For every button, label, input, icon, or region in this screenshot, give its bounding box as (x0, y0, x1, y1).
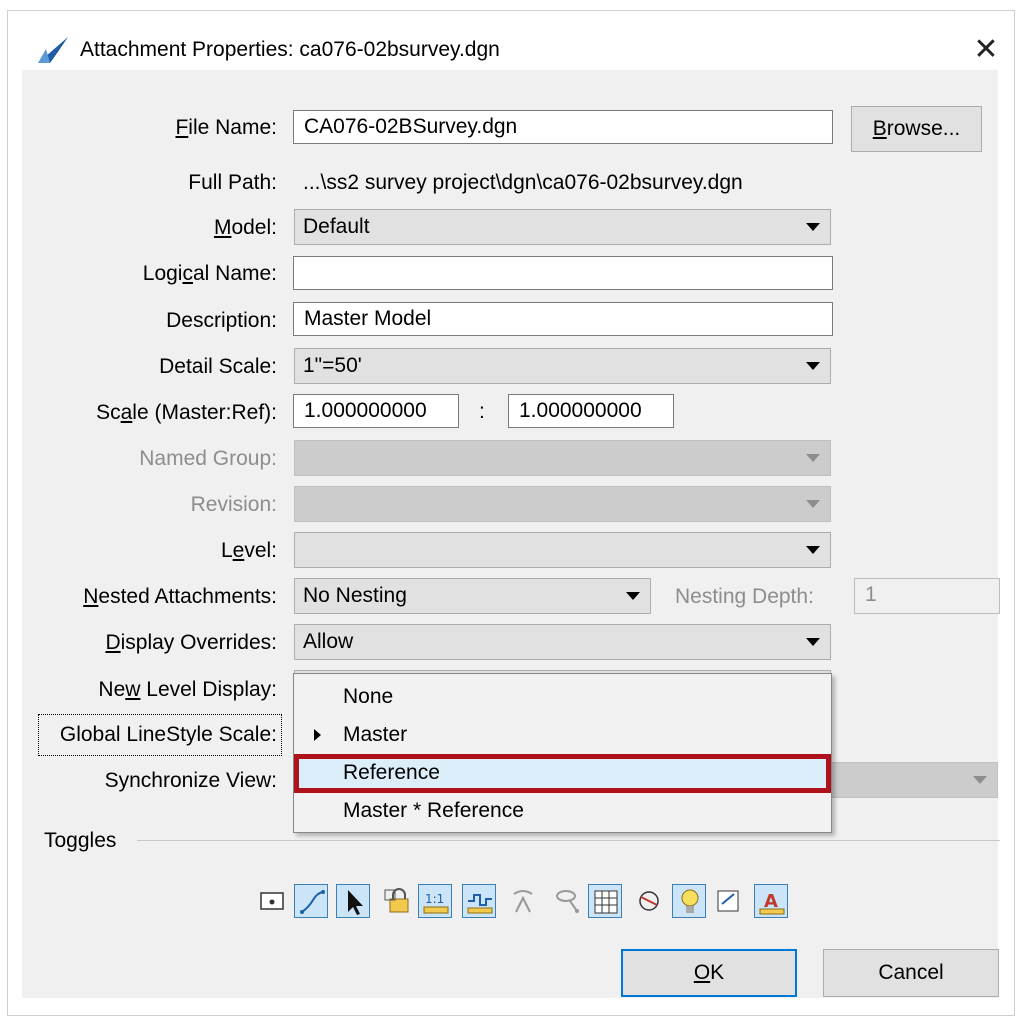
file-name-label: File Name: (175, 116, 277, 139)
chevron-down-icon (973, 776, 987, 784)
chevron-down-icon (806, 638, 820, 646)
scale-master-input[interactable]: 1.000000000 (293, 394, 459, 428)
chevron-down-icon (806, 454, 820, 462)
app-icon (38, 37, 68, 63)
true-scale-toggle-icon[interactable]: 1:1 (418, 884, 452, 918)
level-label: Level: (220, 539, 277, 562)
use-lights-toggle-icon[interactable] (632, 884, 666, 918)
chevron-down-icon (806, 500, 820, 508)
browse-button[interactable]: Browse... (851, 106, 982, 152)
model-value: Default (303, 215, 370, 238)
nesting-depth-label: Nesting Depth: (675, 585, 814, 608)
lock-toggle-icon[interactable] (380, 884, 414, 918)
detail-scale-select[interactable]: 1"=50' (294, 348, 831, 384)
dropdown-item-master[interactable]: Master (294, 717, 831, 753)
level-select[interactable] (294, 532, 831, 568)
logical-name-label: Logical Name: (142, 262, 277, 285)
revision-select (294, 486, 831, 522)
display-toggle-icon[interactable] (255, 884, 289, 918)
scale-ref-input[interactable]: 1.000000000 (508, 394, 674, 428)
annotation-toggle-icon[interactable] (712, 884, 746, 918)
description-label: Description: (166, 309, 277, 332)
dropdown-item-master-label: Master (343, 723, 408, 746)
description-input[interactable]: Master Model (293, 302, 833, 336)
toggles-label: Toggles (44, 829, 117, 852)
display-raster-toggle-icon[interactable] (588, 884, 622, 918)
ok-button[interactable]: OK (621, 949, 797, 997)
full-path-label: Full Path: (188, 171, 277, 194)
scale-line-styles-toggle-icon[interactable] (462, 884, 496, 918)
display-overrides-select[interactable]: Allow (294, 624, 831, 660)
nested-attachments-label: Nested Attachments: (83, 585, 277, 608)
window-title: Attachment Properties: ca076-02bsurvey.d… (80, 38, 500, 61)
cancel-button[interactable]: Cancel (823, 949, 999, 997)
chevron-down-icon (806, 546, 820, 554)
detail-scale-label: Detail Scale: (159, 355, 277, 378)
toggles-separator (137, 840, 1000, 841)
chevron-down-icon (806, 223, 820, 231)
snap-toggle-icon[interactable] (294, 884, 328, 918)
text-annotation-toggle-icon[interactable]: A (754, 884, 788, 918)
named-group-label: Named Group: (139, 447, 277, 470)
nesting-depth-input: 1 (854, 578, 1000, 614)
model-label: Model: (213, 216, 277, 239)
new-level-display-dropdown: None Master Reference Master * Reference (293, 673, 832, 833)
scale-separator: : (479, 400, 485, 423)
current-selection-icon (314, 729, 321, 741)
display-overrides-value: Allow (303, 630, 354, 653)
close-button[interactable]: ✕ (966, 31, 1006, 67)
chevron-down-icon (806, 362, 820, 370)
treat-as-element-toggle-icon[interactable] (506, 884, 540, 918)
chevron-down-icon (626, 592, 640, 600)
dropdown-item-none[interactable]: None (294, 679, 831, 715)
dropdown-item-master-reference[interactable]: Master * Reference (294, 793, 831, 829)
revision-label: Revision: (190, 493, 277, 516)
named-group-select (294, 440, 831, 476)
locate-toggle-icon[interactable] (336, 884, 370, 918)
scale-label: Scale (Master:Ref): (96, 401, 277, 424)
model-select[interactable]: Default (294, 209, 831, 245)
nested-attachments-select[interactable]: No Nesting (294, 578, 651, 614)
file-name-input[interactable]: CA076-02BSurvey.dgn (293, 110, 833, 144)
annotation-highlight-box (294, 754, 831, 793)
display-overrides-label: Display Overrides: (105, 631, 277, 654)
light-bulb-toggle-icon[interactable] (672, 884, 706, 918)
full-path-value: ...\ss2 survey project\dgn\ca076-02bsurv… (303, 171, 743, 194)
ignore-attachment-toggle-icon[interactable] (550, 884, 584, 918)
logical-name-input[interactable] (293, 256, 833, 290)
synchronize-view-label: Synchronize View: (104, 769, 277, 792)
nested-attachments-value: No Nesting (303, 584, 407, 607)
close-icon: ✕ (973, 32, 999, 66)
new-level-display-label: New Level Display: (98, 678, 277, 701)
detail-scale-value: 1"=50' (303, 354, 362, 377)
svg-text:1:1: 1:1 (425, 892, 444, 906)
global-linestyle-scale-label: Global LineStyle Scale: (59, 723, 277, 746)
